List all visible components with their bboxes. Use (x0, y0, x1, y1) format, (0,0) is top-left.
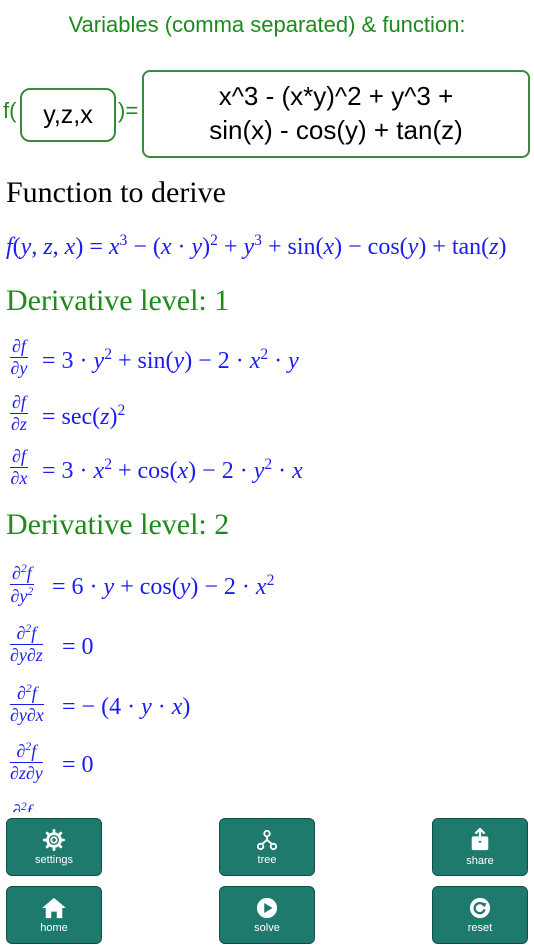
function-line-1: x^3 - (x*y)^2 + y^3 + (218, 81, 454, 112)
settings-button[interactable]: settings (6, 818, 102, 876)
function-expression: f(y, z, x) = x3 − (x · y)2 + y3 + sin(x)… (6, 232, 507, 260)
play-icon (256, 897, 278, 918)
share-icon (471, 827, 489, 850)
solve-button[interactable]: solve (219, 886, 315, 944)
derivative-result-dydz: = 0 (62, 634, 94, 660)
solve-label: solve (254, 921, 280, 934)
function-line-2: sin(x) - cos(y) + tan(z) (209, 115, 463, 145)
reset-icon (469, 897, 491, 918)
results-panel[interactable]: Function to derive f(y, z, x) = x3 − (x … (0, 170, 534, 812)
derivative-result-dzdy: = 0 (62, 752, 94, 778)
derivative-result-dy2: = 6 · y + cos(y) − 2 · x2 (52, 572, 275, 600)
level-1-title: Derivative level: 1 (6, 284, 230, 317)
tree-button[interactable]: tree (219, 818, 315, 876)
derivative-fraction-dydx: ∂2f ∂y∂x (10, 682, 44, 725)
derivative-result-dz: = sec(z)2 (42, 402, 126, 430)
settings-label: settings (35, 853, 73, 866)
derivative-result-dx: = 3 · x2 + cos(x) − 2 · y2 · x (42, 456, 303, 484)
home-button[interactable]: home (6, 886, 102, 944)
share-button[interactable]: share (432, 818, 528, 876)
derivative-result-dy: = 3 · y2 + sin(y) − 2 · x2 · y (42, 346, 299, 374)
function-heading: Function to derive (6, 176, 226, 209)
home-icon (42, 897, 66, 918)
derivative-fraction-dz: ∂f ∂z (10, 392, 28, 434)
tree-label: tree (257, 853, 277, 866)
derivative-fraction-dzdy: ∂2f ∂z∂y (10, 740, 43, 783)
home-label: home (40, 921, 68, 934)
function-suffix: )= (118, 98, 139, 123)
derivative-fraction-dy: ∂f ∂y (10, 336, 28, 378)
function-input[interactable]: x^3 - (x*y)^2 + y^3 + sin(x) - cos(y) + … (142, 70, 530, 158)
reset-button[interactable]: reset (432, 886, 528, 944)
derivative-fraction-dx: ∂f ∂x (10, 446, 28, 488)
tree-icon (256, 829, 278, 850)
share-label: share (466, 854, 494, 867)
variables-input[interactable]: y,z,x (20, 88, 116, 142)
reset-label: reset (467, 921, 493, 934)
derivative-result-dydx: = − (4 · y · x) (62, 694, 191, 720)
derivative-fraction-partial: ∂2f∂z2 (10, 800, 34, 812)
function-prefix: f( (3, 98, 17, 123)
derivative-fraction-dydz: ∂2f ∂y∂z (10, 622, 43, 665)
level-2-title: Derivative level: 2 (6, 508, 230, 541)
header-title: Variables (comma separated) & function: (68, 12, 466, 37)
derivative-fraction-dy2: ∂2f ∂y2 (10, 562, 34, 606)
gear-icon (43, 828, 65, 851)
